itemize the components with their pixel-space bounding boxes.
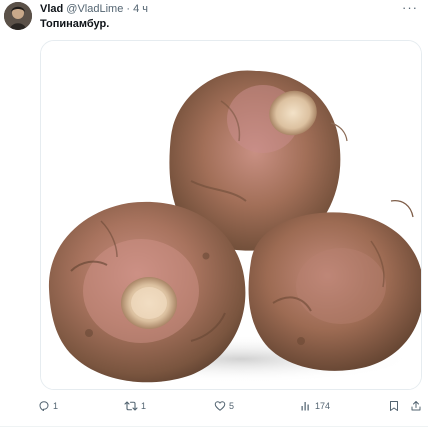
share-icon bbox=[411, 401, 421, 411]
retweet-icon bbox=[124, 401, 138, 411]
divider bbox=[0, 426, 428, 427]
author-name[interactable]: Vlad bbox=[40, 3, 63, 15]
tweet-time[interactable]: 4 ч bbox=[133, 3, 148, 15]
author-handle[interactable]: @VladLime bbox=[66, 3, 123, 15]
avatar[interactable] bbox=[4, 2, 32, 30]
tweet-media[interactable] bbox=[40, 40, 422, 390]
more-options-icon[interactable]: ··· bbox=[402, 0, 418, 16]
reply-icon bbox=[39, 401, 49, 411]
retweet-count: 1 bbox=[141, 401, 147, 411]
share-button[interactable] bbox=[410, 398, 422, 414]
bookmark-icon bbox=[390, 401, 398, 411]
views-count: 174 bbox=[315, 401, 331, 411]
tweet-header: Vlad @VladLime · 4 ч ··· bbox=[40, 0, 424, 17]
views-button[interactable]: 174 bbox=[300, 398, 330, 414]
tweet: Vlad @VladLime · 4 ч ··· Топинамбур. 1 1… bbox=[0, 0, 428, 432]
reply-count: 1 bbox=[53, 401, 59, 411]
heart-icon bbox=[214, 401, 226, 411]
tweet-actions: 1 1 5 174 bbox=[38, 398, 424, 414]
bookmark-button[interactable] bbox=[388, 398, 400, 414]
separator-dot: · bbox=[126, 3, 131, 15]
views-chart-icon bbox=[301, 402, 309, 411]
jerusalem-artichoke-photo bbox=[41, 41, 421, 389]
like-count: 5 bbox=[229, 401, 235, 411]
retweet-button[interactable]: 1 bbox=[124, 398, 146, 414]
avatar-image bbox=[4, 2, 32, 30]
tweet-text: Топинамбур. bbox=[40, 18, 110, 30]
reply-button[interactable]: 1 bbox=[38, 398, 58, 414]
like-button[interactable]: 5 bbox=[214, 398, 234, 414]
